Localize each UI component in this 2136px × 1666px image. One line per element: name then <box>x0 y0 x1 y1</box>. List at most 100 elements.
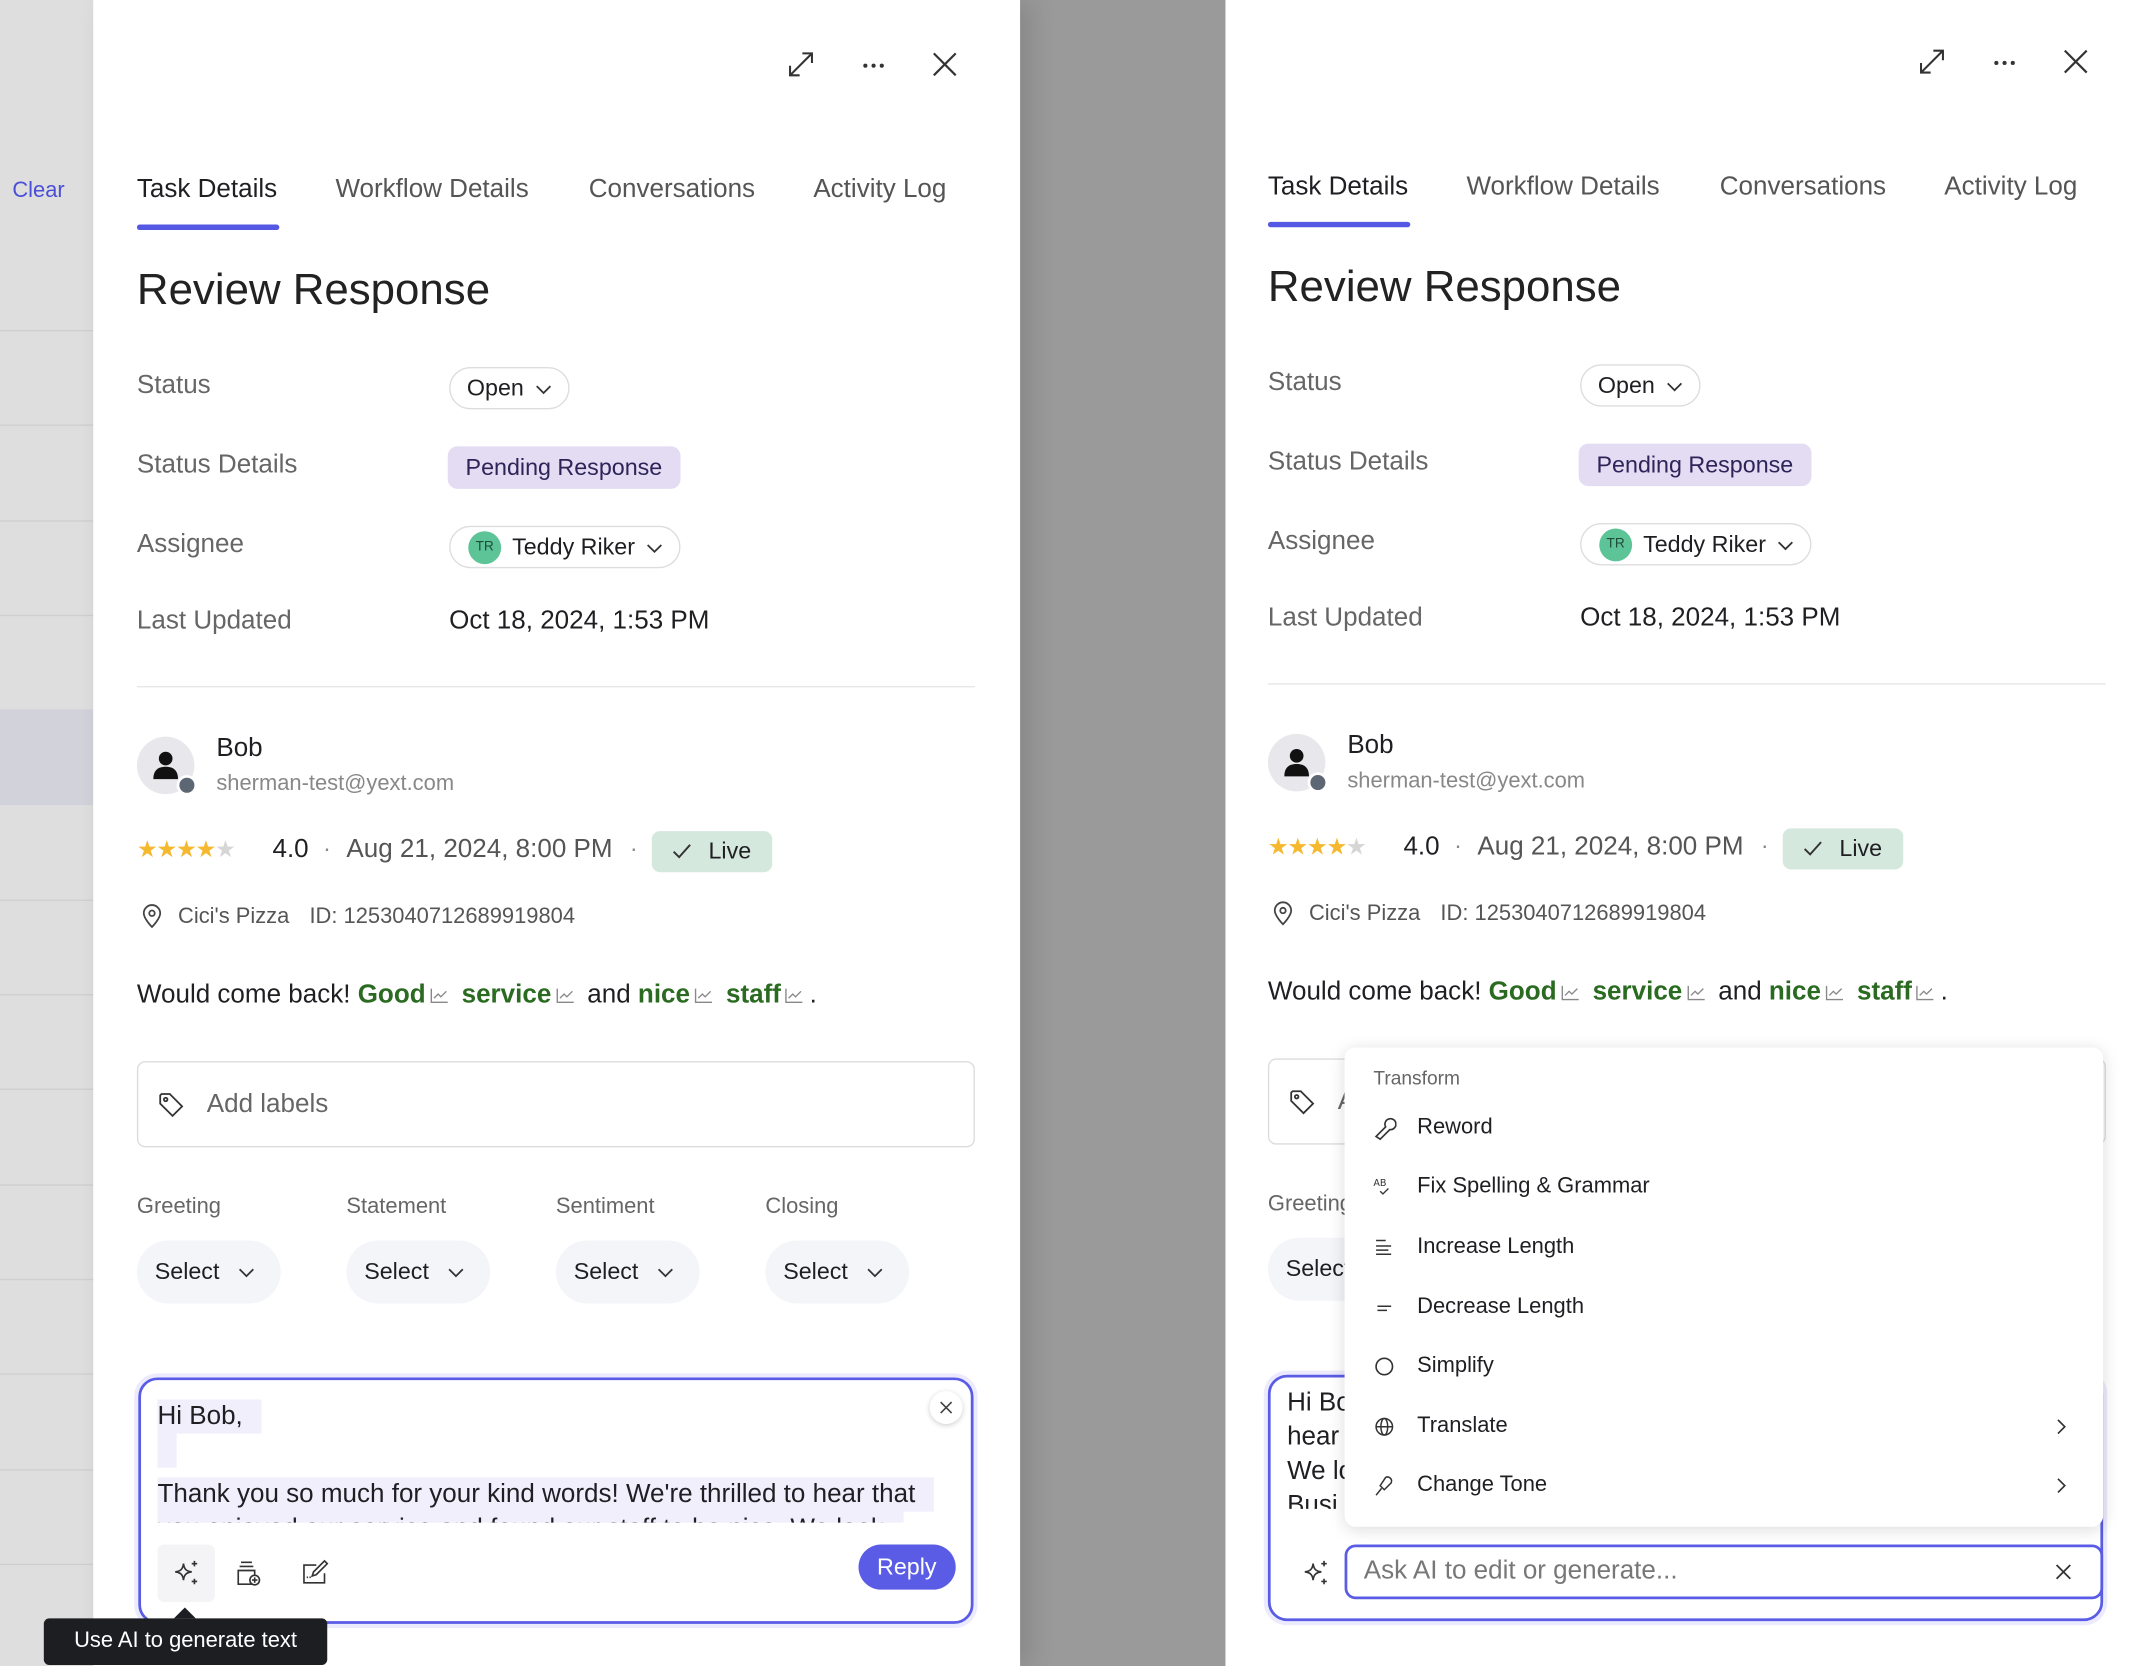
location-name: Cici's Pizza <box>1308 902 1421 926</box>
trend-icon <box>1916 985 1934 1001</box>
more-icon[interactable] <box>1988 45 2021 78</box>
tab-workflow-details[interactable]: Workflow Details <box>1466 173 1659 203</box>
status-details-label: Status Details <box>1267 447 1429 477</box>
increase-length-icon <box>1376 1239 1392 1255</box>
menu-item-increase-length[interactable]: Increase Length <box>1345 1220 2104 1275</box>
status-details-label: Status Details <box>136 450 298 480</box>
status-dropdown[interactable]: Open <box>449 366 570 410</box>
expand-icon[interactable] <box>785 48 818 81</box>
more-icon[interactable] <box>857 48 890 81</box>
status-value: Open <box>1597 371 1655 398</box>
screen: Clear Task Details Workflow Details Conv… <box>0 0 2136 1666</box>
menu-item-label: Increase Length <box>1417 1235 1575 1259</box>
ai-generate-button[interactable] <box>157 1544 215 1602</box>
reply-line: Thank you so much for your kind words! W… <box>157 1477 935 1512</box>
trend-icon <box>556 988 574 1003</box>
tab-activity-log[interactable]: Activity Log <box>813 175 946 205</box>
tab-activity-log[interactable]: Activity Log <box>1944 173 2077 203</box>
greeting-label: Greeting <box>136 1195 221 1219</box>
greeting-select[interactable]: Select <box>136 1240 281 1304</box>
menu-item-change-tone[interactable]: Change Tone <box>1345 1458 2104 1513</box>
keyword-service[interactable]: service <box>462 980 552 1009</box>
compose-edit-icon <box>303 1559 329 1584</box>
separator: · <box>629 835 638 862</box>
select-value: Select <box>573 1258 639 1285</box>
task-panel-left: Task Details Workflow Details Conversati… <box>93 0 1021 1666</box>
menu-item-fix-spelling[interactable]: AB Fix Spelling & Grammar <box>1345 1160 2104 1215</box>
clear-reply-button[interactable] <box>929 1391 963 1424</box>
location-id: ID: 1253040712689919804 <box>1440 902 1707 926</box>
close-icon[interactable] <box>2054 1562 2073 1581</box>
review-text-part: Would come back! <box>1267 977 1489 1007</box>
mic-icon <box>1375 1476 1393 1496</box>
statement-select[interactable]: Select <box>346 1240 491 1304</box>
tab-workflow-details[interactable]: Workflow Details <box>335 175 528 205</box>
decrease-length-icon <box>1377 1305 1392 1312</box>
edit-signature-button[interactable] <box>286 1544 344 1602</box>
tab-conversations[interactable]: Conversations <box>1720 173 1886 203</box>
template-add-icon <box>237 1561 261 1586</box>
keyword-staff[interactable]: staff <box>726 980 781 1009</box>
trend-icon <box>1561 985 1579 1001</box>
menu-section-transform: Transform <box>1373 1066 1460 1089</box>
keyword-good[interactable]: Good <box>1489 978 1557 1007</box>
selected-row[interactable] <box>0 709 94 806</box>
trend-icon <box>785 988 803 1003</box>
tab-conversations[interactable]: Conversations <box>589 175 755 205</box>
keyword-nice[interactable]: nice <box>1769 978 1821 1007</box>
last-updated-label: Last Updated <box>136 606 292 636</box>
reply-composer[interactable]: Hi Bob, Thank you so much for your kind … <box>138 1377 974 1624</box>
sparkle-icon <box>175 1560 198 1585</box>
close-icon[interactable] <box>2059 45 2092 78</box>
tab-task-details[interactable]: Task Details <box>1268 173 1408 203</box>
circle-icon <box>1375 1357 1394 1376</box>
last-updated-label: Last Updated <box>1267 603 1423 633</box>
keyword-staff[interactable]: staff <box>1857 978 1912 1007</box>
menu-item-decrease-length[interactable]: Decrease Length <box>1345 1280 2104 1335</box>
location-id: ID: 1253040712689919804 <box>309 905 576 929</box>
separator: · <box>323 835 331 862</box>
status-dropdown[interactable]: Open <box>1580 364 1701 407</box>
separator: · <box>1454 832 1462 859</box>
review-text-part: . <box>809 980 817 1010</box>
keyword-service[interactable]: service <box>1593 978 1683 1007</box>
rating-value: 4.0 <box>1403 832 1440 862</box>
greeting-label: Greeting <box>1267 1192 1352 1216</box>
status-details-badge: Pending Response <box>447 446 681 489</box>
add-template-button[interactable] <box>220 1544 278 1602</box>
live-label: Live <box>1839 835 1883 862</box>
star-icon: ★ <box>1287 833 1308 860</box>
status-details-badge: Pending Response <box>1578 443 1812 487</box>
chevron-down-icon <box>1666 382 1682 391</box>
ai-tooltip: Use AI to generate text <box>43 1607 328 1665</box>
ai-prompt-input[interactable]: Ask AI to edit or generate... <box>1344 1544 2104 1600</box>
assignee-dropdown[interactable]: TR Teddy Riker <box>449 525 681 569</box>
background-list <box>0 0 94 1666</box>
menu-item-simplify[interactable]: Simplify <box>1345 1339 2104 1394</box>
review-text-part: and <box>587 980 638 1010</box>
keyword-good[interactable]: Good <box>358 980 426 1009</box>
expand-icon[interactable] <box>1916 45 1949 78</box>
clear-link[interactable]: Clear <box>12 179 64 204</box>
reply-textarea[interactable]: Hi Bob, Thank you so much for your kind … <box>157 1399 958 1523</box>
home-badge-icon <box>176 774 198 796</box>
add-labels-input[interactable]: Add labels <box>136 1061 975 1148</box>
reply-line <box>157 1433 177 1468</box>
tab-task-details[interactable]: Task Details <box>137 175 277 205</box>
sentiment-label: Sentiment <box>555 1195 655 1219</box>
reply-button[interactable]: Reply <box>857 1544 956 1590</box>
select-value: Select <box>783 1258 848 1285</box>
globe-icon <box>1375 1417 1394 1436</box>
close-icon[interactable] <box>928 48 961 81</box>
chevron-down-icon <box>535 384 551 394</box>
status-label: Status <box>136 371 211 400</box>
reviewer-email: sherman-test@yext.com <box>1347 769 1586 793</box>
assignee-dropdown[interactable]: TR Teddy Riker <box>1580 523 1812 566</box>
menu-item-translate[interactable]: Translate <box>1345 1399 2104 1454</box>
sparkle-icon <box>1304 1560 1327 1585</box>
closing-select[interactable]: Select <box>765 1240 910 1304</box>
star-icon: ★ <box>1306 833 1328 860</box>
menu-item-reword[interactable]: Reword <box>1345 1101 2104 1156</box>
sentiment-select[interactable]: Select <box>555 1240 700 1304</box>
keyword-nice[interactable]: nice <box>638 980 690 1009</box>
